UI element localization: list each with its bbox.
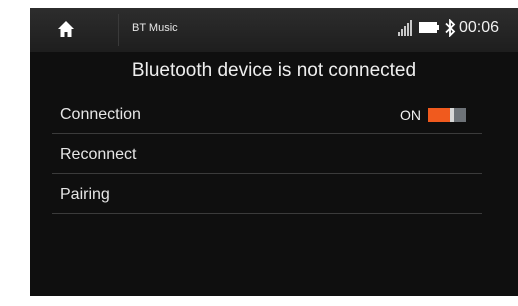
menu-item-label: Reconnect <box>60 146 137 163</box>
menu-item-label: Connection <box>60 106 141 123</box>
menu-item-pairing[interactable]: Pairing <box>52 176 482 214</box>
row-divider <box>52 133 482 134</box>
status-bar: BT Music 00:06 <box>30 8 518 52</box>
menu-item-reconnect[interactable]: Reconnect <box>52 136 482 174</box>
home-icon <box>58 21 74 37</box>
toggle-knob <box>450 108 454 122</box>
toggle-on-fill <box>428 108 450 122</box>
menu-item-connection[interactable]: Connection ON <box>52 96 482 134</box>
statusbar-divider <box>118 14 119 46</box>
toggle-state-label: ON <box>400 107 421 123</box>
connection-toggle[interactable] <box>428 108 466 122</box>
connection-status-message: Bluetooth device is not connected <box>131 60 417 81</box>
home-button[interactable] <box>30 8 118 52</box>
app-title: BT Music <box>132 22 178 34</box>
menu-item-label: Pairing <box>60 186 110 203</box>
battery-icon <box>419 22 439 33</box>
clock: 00:06 <box>459 19 500 36</box>
row-divider <box>52 173 482 174</box>
signal-icon <box>398 20 412 36</box>
row-divider <box>52 213 482 214</box>
bluetooth-icon <box>445 19 456 37</box>
car-screen: BT Music 00:06 Bluetooth device is not c… <box>30 8 518 296</box>
